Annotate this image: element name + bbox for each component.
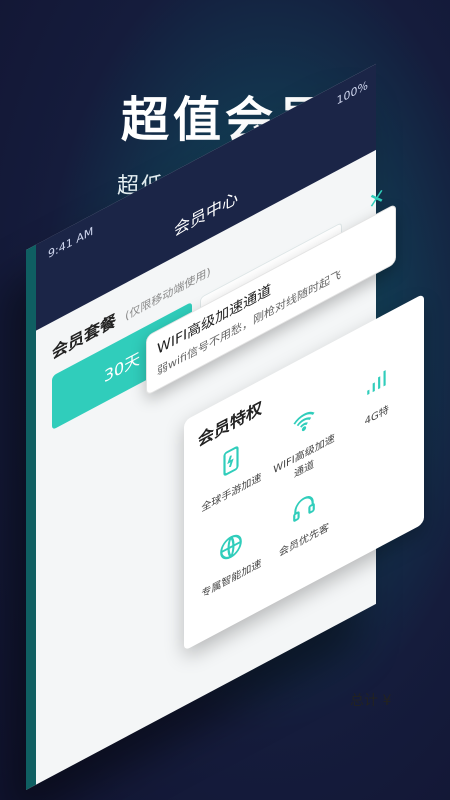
status-battery: 100% <box>336 78 368 108</box>
total-label: 总计 ¥ <box>350 693 392 709</box>
hero-title: 超值会员 <box>120 92 329 148</box>
status-time: 9:41 AM <box>48 224 94 262</box>
